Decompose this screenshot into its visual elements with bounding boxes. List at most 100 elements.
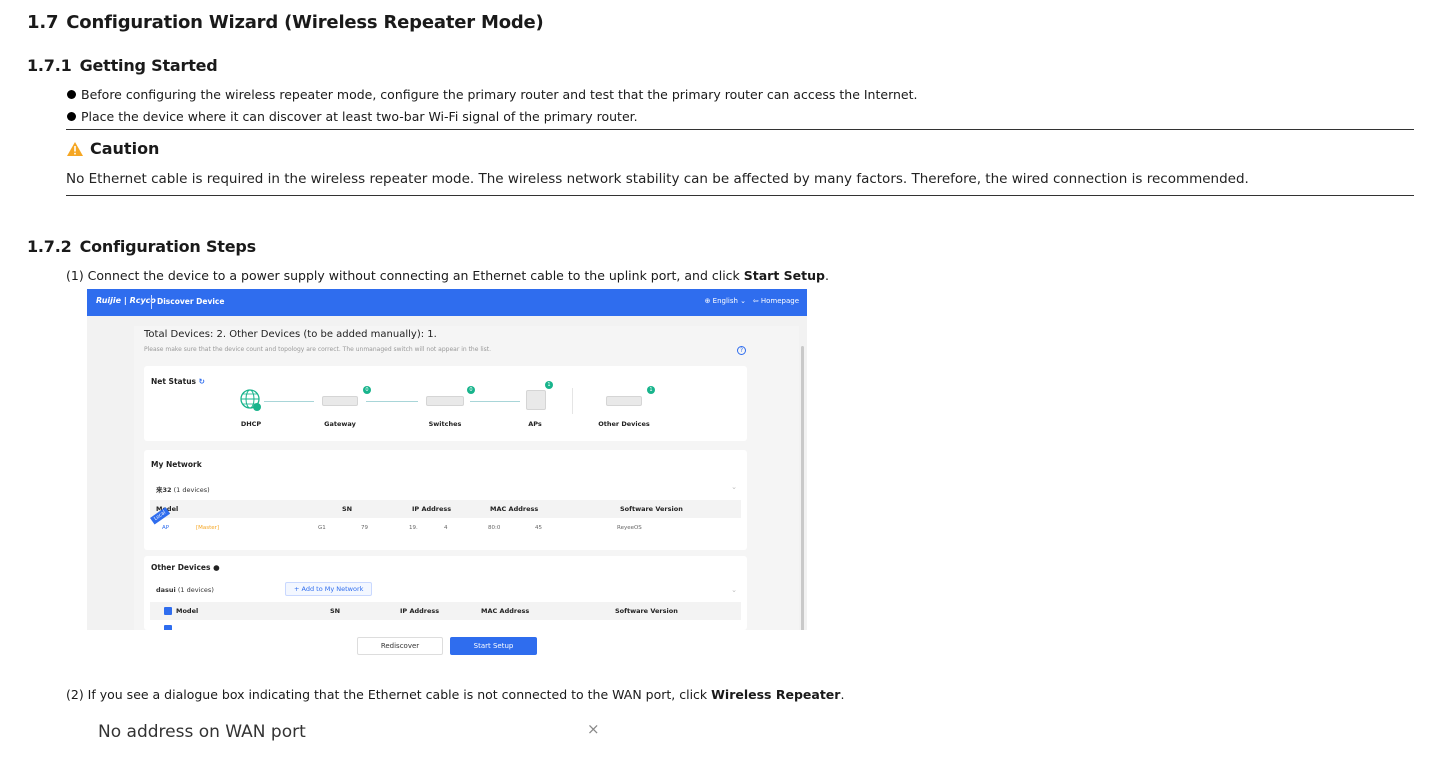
- section-heading-1-7-1: 1.7.1 Getting Started: [27, 56, 218, 75]
- step-bold: Start Setup: [743, 268, 825, 283]
- section-title: Getting Started: [79, 56, 218, 75]
- bullet-text: Before configuring the wireless repeater…: [81, 87, 918, 102]
- cell-sn: G1: [318, 525, 326, 531]
- step-suffix: .: [840, 687, 845, 702]
- caution-bottom-rule: [66, 195, 1414, 196]
- link-line: [470, 401, 520, 402]
- bullet-dot-icon: [67, 112, 76, 121]
- ap-device-icon: [526, 390, 546, 410]
- table-header: Model SN IP Address MAC Address Software…: [150, 602, 741, 620]
- step-suffix: .: [824, 268, 829, 283]
- language-link[interactable]: ⊕ English ⌄: [705, 297, 746, 305]
- other-devices-label: Other Devices ●: [151, 563, 220, 572]
- globe-icon: [240, 389, 261, 411]
- caution-top-rule: [66, 129, 1414, 130]
- other-devices-card: Other Devices ● dasui (1 devices) + Add …: [144, 556, 747, 633]
- my-network-card: My Network 来32 (1 devices) ⌄ Model SN IP…: [144, 450, 747, 550]
- col-sn: SN: [330, 607, 341, 615]
- device-summary: Total Devices: 2. Other Devices (to be a…: [144, 329, 437, 340]
- node-label-dhcp: DHCP: [240, 420, 262, 428]
- cell-mac: 80:0: [488, 525, 501, 531]
- section-heading-1-7-2: 1.7.2 Configuration Steps: [27, 237, 256, 256]
- screenshot-main: Total Devices: 2. Other Devices (to be a…: [87, 316, 807, 646]
- col-sn: SN: [342, 505, 353, 513]
- col-version: Software Version: [615, 607, 678, 615]
- refresh-icon[interactable]: ↻: [199, 377, 205, 386]
- caution-text: No Ethernet cable is required in the wir…: [66, 171, 1249, 187]
- table-row[interactable]: Local AP [Master] G1 79 19. 4 80:0 45 Re…: [150, 507, 741, 538]
- col-version: Software Version: [620, 505, 683, 513]
- col-ip: IP Address: [412, 505, 452, 513]
- ap-count-badge: 1: [545, 381, 553, 389]
- table-header: Model SN IP Address MAC Address Software…: [150, 500, 741, 518]
- gateway-count-badge: 0: [363, 386, 371, 394]
- cell-ip-tail: 4: [444, 525, 448, 531]
- brand-logo: Ruijie | Rcyco: [96, 296, 156, 305]
- cell-mac-tail: 45: [535, 525, 542, 531]
- select-all-checkbox[interactable]: [164, 607, 172, 615]
- step-2: (2) If you see a dialogue box indicating…: [66, 687, 844, 702]
- close-icon[interactable]: ×: [587, 720, 600, 738]
- cell-ip: 19.: [409, 525, 418, 531]
- cell-version: ReyeeOS: [617, 525, 642, 531]
- node-label-gateway: Gateway: [324, 420, 356, 428]
- switch-device-icon: [426, 396, 464, 406]
- brand-divider: [151, 295, 152, 309]
- cell-model: AP: [162, 525, 170, 531]
- device-summary-note: Please make sure that the device count a…: [144, 346, 492, 353]
- bullet-dot-icon: [67, 90, 76, 99]
- scrollbar[interactable]: [801, 346, 804, 646]
- link-line: [264, 401, 314, 402]
- cell-sn-tail: 79: [361, 525, 368, 531]
- start-setup-button[interactable]: Start Setup: [450, 637, 537, 655]
- step-text: (1) Connect the device to a power supply…: [66, 268, 744, 283]
- section-title: Configuration Steps: [79, 237, 257, 256]
- group-name[interactable]: 来32 (1 devices): [156, 484, 210, 494]
- node-label-aps: APs: [528, 420, 542, 428]
- screenshot-top-bar: Ruijie | Rcyco Discover Device ⊕ English…: [87, 289, 807, 316]
- switch-count-badge: 0: [467, 386, 475, 394]
- help-icon[interactable]: ?: [737, 346, 746, 355]
- my-network-label: My Network: [151, 460, 202, 469]
- col-mac: MAC Address: [490, 505, 539, 513]
- node-label-switches: Switches: [428, 420, 462, 428]
- other-device-icon: [606, 396, 642, 406]
- divider: [572, 388, 573, 414]
- other-group-name[interactable]: dasui (1 devices): [156, 586, 214, 594]
- discover-device-screenshot: Ruijie | Rcyco Discover Device ⊕ English…: [87, 289, 807, 660]
- chevron-down-icon[interactable]: ⌄: [731, 586, 737, 594]
- step-bold: Wireless Repeater: [711, 687, 841, 702]
- dialog-title: No address on WAN port: [98, 722, 306, 742]
- chevron-down-icon[interactable]: ⌄: [731, 483, 737, 491]
- warning-icon: [67, 141, 83, 156]
- top-links: ⊕ English ⌄ ⇦ Homepage: [705, 297, 799, 305]
- net-status-label: Net Status ↻: [151, 377, 205, 386]
- link-line: [366, 401, 418, 402]
- step-1: (1) Connect the device to a power supply…: [66, 268, 829, 283]
- bullet-item: Before configuring the wireless repeater…: [67, 87, 917, 102]
- col-ip: IP Address: [400, 607, 440, 615]
- bullet-item: Place the device where it can discover a…: [67, 109, 638, 124]
- col-model: Model: [176, 607, 199, 615]
- section-title: Configuration Wizard (Wireless Repeater …: [66, 12, 544, 33]
- section-number: 1.7: [27, 12, 59, 33]
- add-to-my-network-button[interactable]: + Add to My Network: [285, 582, 373, 596]
- other-count-badge: 1: [647, 386, 655, 394]
- section-heading-1-7: 1.7 Configuration Wizard (Wireless Repeat…: [27, 12, 544, 33]
- col-mac: MAC Address: [481, 607, 530, 615]
- gateway-device-icon: [322, 396, 358, 406]
- section-number: 1.7.1: [27, 56, 72, 75]
- section-number: 1.7.2: [27, 237, 72, 256]
- screenshot-page-title: Discover Device: [157, 297, 225, 306]
- homepage-link[interactable]: ⇦ Homepage: [753, 297, 799, 305]
- info-icon[interactable]: ●: [213, 563, 220, 572]
- rediscover-button[interactable]: Rediscover: [357, 637, 443, 655]
- bullet-text: Place the device where it can discover a…: [81, 109, 638, 124]
- net-status-card: Net Status ↻ 0 0 1 1 DHCP Gateway Switch…: [144, 366, 747, 441]
- step-text: (2) If you see a dialogue box indicating…: [66, 687, 712, 702]
- caution-heading: Caution: [66, 139, 159, 158]
- caution-title: Caution: [90, 139, 160, 158]
- screenshot-footer: Rediscover Start Setup: [87, 630, 807, 660]
- node-label-other-devices: Other Devices: [598, 420, 650, 428]
- cell-role: [Master]: [196, 525, 220, 531]
